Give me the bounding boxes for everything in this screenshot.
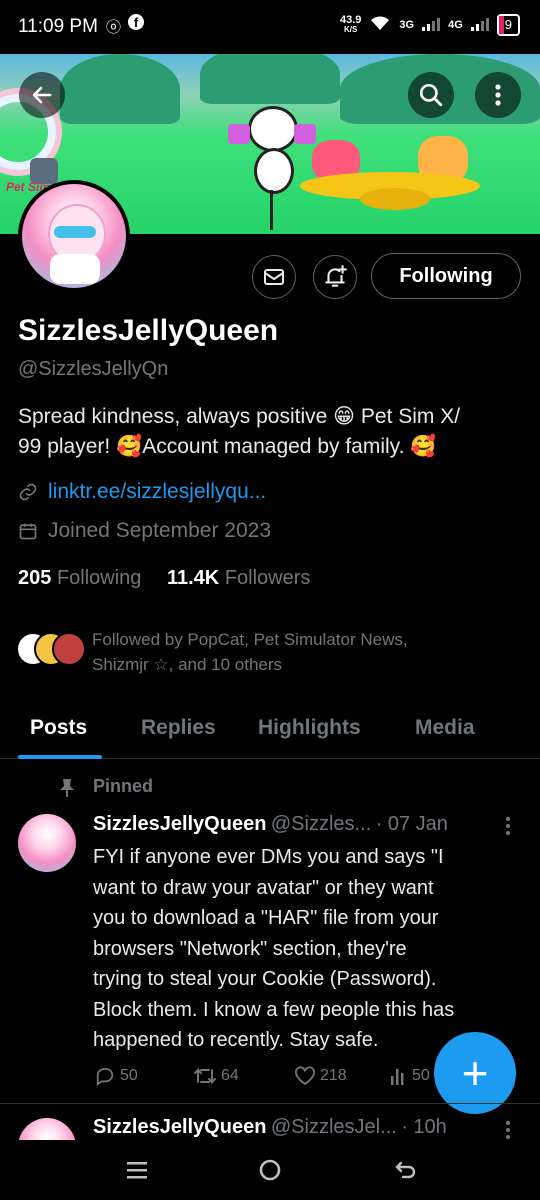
link-icon [19, 483, 37, 501]
tab-replies[interactable]: Replies [141, 716, 216, 740]
views-button[interactable]: 50 [390, 1066, 430, 1086]
follow-counts: 205 Following 11.4K Followers [18, 567, 310, 590]
followed-by-line: Followed by PopCat, Pet Simulator News, [92, 630, 408, 649]
followers-count: 11.4K [166, 567, 220, 589]
plus-icon: + [461, 1047, 489, 1099]
pin-icon [58, 778, 76, 803]
status-bar: 11:09 PM ⓞ f 43.9 K/S 3G 4G 9 [0, 0, 540, 54]
post-avatar[interactable] [18, 814, 76, 872]
signal-icon [470, 17, 489, 34]
repost-count: 64 [221, 1067, 239, 1084]
more-vertical-icon [495, 84, 501, 106]
facebook-icon: f [128, 14, 144, 30]
reply-icon [96, 1067, 114, 1086]
display-name: SizzlesJellyQueen [18, 314, 279, 347]
net-unit: K/S [344, 25, 358, 34]
followed-by-avatars[interactable] [16, 632, 86, 666]
back-button[interactable] [19, 72, 65, 118]
post-time: · 07 Jan [375, 813, 448, 835]
reply-count: 50 [120, 1067, 138, 1084]
followers-label: Followers [224, 567, 311, 589]
post-line: FYI if anyone ever DMs you and says "I [93, 846, 444, 868]
repost-button[interactable]: 64 [193, 1066, 239, 1086]
like-count: 218 [320, 1067, 347, 1084]
profile-link-row[interactable]: linktr.ee/sizzlesjellyqu... [18, 480, 266, 504]
following-label: Following [56, 567, 142, 589]
net-type-1: 3G [399, 19, 415, 31]
post-time: · 10h [401, 1116, 447, 1138]
repost-icon [194, 1067, 216, 1085]
mail-icon [264, 269, 284, 285]
post-more-button[interactable] [505, 816, 511, 841]
bell-plus-icon [325, 265, 347, 287]
avatar [52, 632, 86, 666]
following-count-link[interactable]: 205 Following [18, 567, 141, 589]
joined-date: Joined September 2023 [48, 519, 271, 542]
home-button[interactable] [258, 1158, 282, 1187]
search-icon [419, 83, 443, 107]
post-body: FYI if anyone ever DMs you and says "I w… [93, 842, 513, 1056]
more-vertical-icon [506, 817, 510, 835]
message-button[interactable] [252, 255, 296, 299]
profile-link[interactable]: linktr.ee/sizzlesjellyqu... [48, 480, 266, 504]
profile-tabs: Posts Replies Highlights Media [0, 704, 540, 759]
views-icon [391, 1069, 404, 1085]
notification-icon: ⓞ [106, 19, 122, 36]
more-options-button[interactable] [475, 72, 521, 118]
arrow-left-icon [32, 86, 52, 104]
heart-icon [295, 1066, 315, 1086]
post-line: browsers "Network" section, they're [93, 937, 407, 960]
recent-apps-button[interactable] [126, 1160, 148, 1185]
bio-line: 99 player! 🥰Account managed by family. 🥰 [18, 435, 437, 458]
post-author-handle: @Sizzles... [270, 813, 372, 835]
battery-icon: 9 [496, 14, 520, 36]
active-tab-indicator [18, 755, 102, 759]
signal-icon [422, 17, 441, 34]
tab-media[interactable]: Media [415, 716, 475, 740]
notifications-subscribe-button[interactable] [313, 255, 357, 299]
more-vertical-icon [506, 1121, 510, 1139]
followers-count-link[interactable]: 11.4K Followers [167, 567, 310, 589]
compose-post-button[interactable]: + [434, 1032, 516, 1114]
bio-line: Spread kindness, always positive 😁 Pet S… [18, 405, 461, 428]
profile-avatar[interactable] [18, 180, 130, 292]
tab-posts[interactable]: Posts [30, 716, 87, 740]
pinned-label: Pinned [93, 776, 154, 796]
calendar-icon [19, 523, 37, 540]
following-count: 205 [18, 567, 52, 589]
following-button[interactable]: Following [371, 253, 521, 299]
menu-icon [127, 1162, 147, 1179]
post-line: Block them. I know a few people this has [93, 998, 455, 1021]
back-arrow-icon [395, 1161, 416, 1179]
followed-by-text[interactable]: Followed by PopCat, Pet Simulator News, … [92, 627, 512, 677]
search-button[interactable] [408, 72, 454, 118]
back-system-button[interactable] [394, 1158, 418, 1187]
stick-character [228, 104, 318, 234]
bio: Spread kindness, always positive 😁 Pet S… [18, 402, 518, 462]
system-navigation-bar [0, 1140, 540, 1200]
status-time: 11:09 PM [18, 16, 98, 37]
post-author-handle: @SizzlesJel... [270, 1116, 397, 1138]
post-author-name[interactable]: SizzlesJellyQueen [93, 1116, 266, 1138]
post-line: you to download a "HAR" file from your [93, 907, 439, 929]
tab-highlights[interactable]: Highlights [258, 716, 361, 740]
like-button[interactable]: 218 [294, 1066, 347, 1086]
views-count: 50 [412, 1067, 430, 1084]
reply-button[interactable]: 50 [94, 1066, 138, 1086]
post-header: SizzlesJellyQueen @SizzlesJel... · 10h [93, 1116, 447, 1139]
joined-row: Joined September 2023 [18, 519, 271, 543]
post-author-name[interactable]: SizzlesJellyQueen [93, 813, 266, 835]
wifi-icon [369, 15, 391, 36]
coins-icon [360, 188, 430, 210]
net-speed: 43.9 [339, 14, 362, 26]
net-type-2: 4G [448, 19, 463, 31]
post-header: SizzlesJellyQueen @Sizzles... · 07 Jan [93, 813, 448, 836]
post-line: want to draw your avatar" or they want [93, 876, 434, 899]
post-divider [0, 1103, 540, 1104]
followed-by-line: Shizmjr ☆, and 10 others [92, 655, 283, 674]
home-circle-icon [259, 1159, 281, 1181]
user-handle: @SizzlesJellyQn [18, 358, 169, 380]
post-line: trying to steal your Cookie (Password). [93, 968, 437, 990]
